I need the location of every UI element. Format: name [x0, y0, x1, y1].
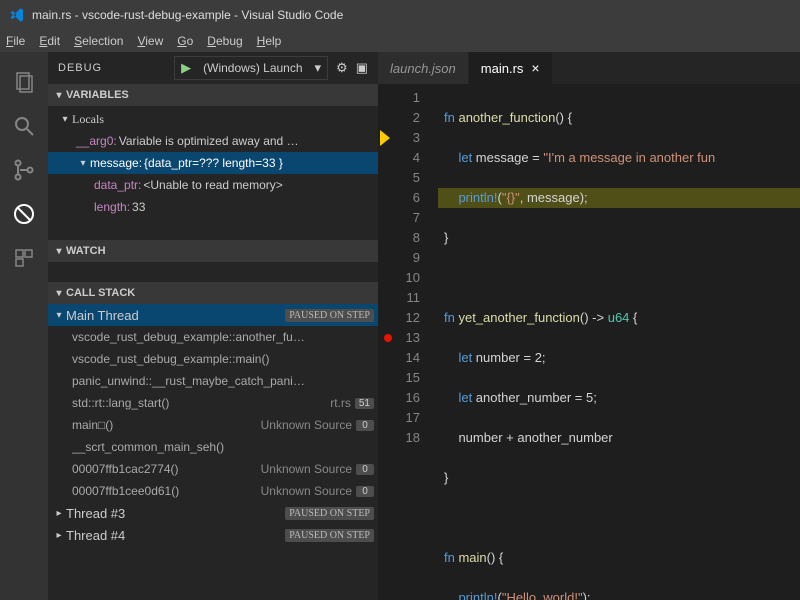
menu-file[interactable]: File	[6, 34, 25, 48]
menu-selection[interactable]: Selection	[74, 34, 123, 48]
stack-frame[interactable]: main□()Unknown Source0	[48, 414, 378, 436]
section-label: CALL STACK	[66, 287, 135, 299]
menu-go[interactable]: Go	[177, 34, 193, 48]
activity-bar	[0, 52, 48, 600]
menu-edit[interactable]: Edit	[39, 34, 60, 48]
stack-frame[interactable]: vscode_rust_debug_example::another_fu…	[48, 326, 378, 348]
stack-frame[interactable]: std::rt::lang_start()rt.rs51	[48, 392, 378, 414]
thread-row[interactable]: ▸Thread #4PAUSED ON STEP	[48, 524, 378, 546]
thread-row[interactable]: ▸Thread #3PAUSED ON STEP	[48, 502, 378, 524]
tab-launch-json[interactable]: launch.json	[378, 52, 469, 84]
gear-icon[interactable]: ⚙	[336, 60, 348, 76]
menu-help[interactable]: Help	[257, 34, 282, 48]
debug-icon[interactable]	[0, 192, 48, 236]
variable-row[interactable]: __arg0: Variable is optimized away and …	[48, 130, 378, 152]
vscode-logo-icon	[8, 6, 26, 24]
debug-sidebar: DEBUG ▶ (Windows) Launch ▾ ⚙ ▣ ▾VARIABLE…	[48, 52, 378, 600]
stack-frame[interactable]: __scrt_common_main_seh()	[48, 436, 378, 458]
git-icon[interactable]	[0, 148, 48, 192]
variable-row[interactable]: ▾message: {data_ptr=??? length=33 }	[48, 152, 378, 174]
menu-debug[interactable]: Debug	[207, 34, 242, 48]
window-title: main.rs - vscode-rust-debug-example - Vi…	[32, 8, 343, 22]
code-editor[interactable]: 1 2 3 4 5 6 7 8 9 10 11 12 13 14 15 16 1…	[378, 84, 800, 600]
section-watch[interactable]: ▾WATCH	[48, 240, 378, 262]
section-label: VARIABLES	[66, 89, 129, 101]
stack-frame[interactable]: vscode_rust_debug_example::main()	[48, 348, 378, 370]
section-variables[interactable]: ▾VARIABLES	[48, 84, 378, 106]
status-badge: PAUSED ON STEP	[285, 309, 374, 322]
line-gutter: 1 2 3 4 5 6 7 8 9 10 11 12 13 14 15 16 1…	[378, 84, 438, 600]
editor-area: launch.json main.rs× 1 2 3 4 5 6 7 8 9 1…	[378, 52, 800, 600]
debug-config-name: (Windows) Launch	[197, 61, 308, 75]
tab-bar: launch.json main.rs×	[378, 52, 800, 84]
status-badge: PAUSED ON STEP	[285, 507, 374, 520]
play-icon[interactable]: ▶	[175, 60, 197, 76]
menu-view[interactable]: View	[137, 34, 163, 48]
current-line-icon	[380, 130, 390, 146]
stack-frame[interactable]: panic_unwind::__rust_maybe_catch_pani…	[48, 370, 378, 392]
chevron-down-icon[interactable]: ▾	[309, 60, 328, 76]
debug-config-selector[interactable]: ▶ (Windows) Launch ▾	[174, 56, 328, 80]
files-icon[interactable]	[0, 60, 48, 104]
close-icon[interactable]: ×	[531, 60, 539, 76]
variable-row[interactable]: data_ptr: <Unable to read memory>	[48, 174, 378, 196]
title-bar: main.rs - vscode-rust-debug-example - Vi…	[0, 0, 800, 30]
breakpoint-icon[interactable]	[384, 334, 392, 342]
extensions-icon[interactable]	[0, 236, 48, 280]
code-content[interactable]: fn another_function() { let message = "I…	[438, 84, 800, 600]
stack-frame[interactable]: 00007ffb1cac2774()Unknown Source0	[48, 458, 378, 480]
section-label: WATCH	[66, 245, 106, 257]
menu-bar: File Edit Selection View Go Debug Help	[0, 30, 800, 52]
variable-row[interactable]: length: 33	[48, 196, 378, 218]
locals-scope[interactable]: ▾Locals	[48, 108, 378, 130]
status-badge: PAUSED ON STEP	[285, 529, 374, 542]
search-icon[interactable]	[0, 104, 48, 148]
debug-title: DEBUG	[58, 62, 102, 74]
tab-main-rs[interactable]: main.rs×	[469, 52, 553, 84]
stack-frame[interactable]: 00007ffb1cee0d61()Unknown Source0	[48, 480, 378, 502]
section-callstack[interactable]: ▾CALL STACK	[48, 282, 378, 304]
thread-row[interactable]: ▾Main ThreadPAUSED ON STEP	[48, 304, 378, 326]
console-icon[interactable]: ▣	[356, 60, 368, 76]
